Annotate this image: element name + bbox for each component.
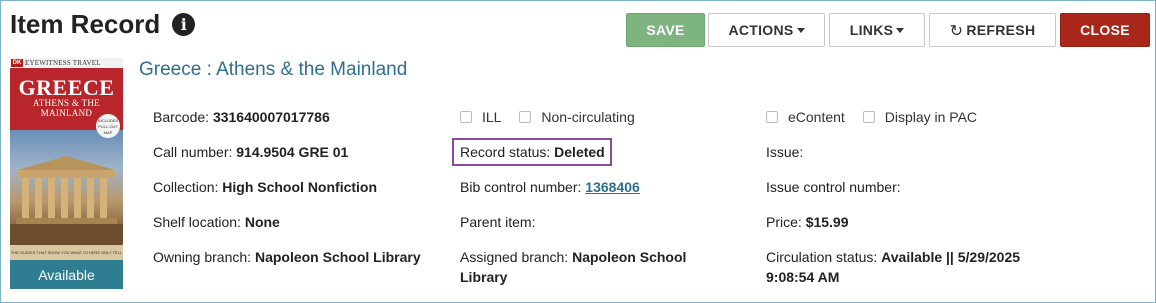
actions-dropdown-button[interactable]: ACTIONS <box>708 13 825 47</box>
display-in-pac-label: Display in PAC <box>884 109 978 125</box>
item-record-panel: Item Record i SAVE ACTIONS LINKS ↻ REFRE… <box>0 0 1156 303</box>
book-cover-image[interactable]: DK EYEWITNESS TRAVEL GREECE ATHENS & THE… <box>10 58 123 289</box>
shelf-location-value: None <box>244 214 280 230</box>
bib-control-field: Bib control number: 1368406 <box>460 177 640 197</box>
parthenon-illustration <box>10 156 123 260</box>
display-in-pac-checkbox[interactable] <box>862 111 875 123</box>
issue-control-label: Issue control number: <box>766 179 901 195</box>
collection-label: Collection: <box>153 179 219 195</box>
owning-branch-label: Owning branch: <box>153 249 252 265</box>
cover-map-badge: INCLUDES PULL-OUT MAP <box>96 114 120 138</box>
call-number-field: Call number: 914.9504 GRE 01 <box>153 142 348 162</box>
publisher-logo: DK <box>11 59 23 67</box>
shelf-location-field: Shelf location: None <box>153 212 280 232</box>
links-dropdown-button[interactable]: LINKS <box>829 13 925 47</box>
cover-series: EYEWITNESS TRAVEL <box>25 59 101 67</box>
assigned-branch-field: Assigned branch: Napoleon School Library <box>460 247 686 287</box>
links-button-label: LINKS <box>849 22 894 38</box>
collection-field: Collection: High School Nonfiction <box>153 177 377 197</box>
info-icon[interactable]: i <box>172 13 196 36</box>
record-status-label: Record status: <box>460 144 551 160</box>
non-circulating-checkbox[interactable] <box>519 111 532 123</box>
econtent-checkbox[interactable] <box>766 111 778 123</box>
caret-down-icon <box>796 28 805 33</box>
non-circulating-label: Non-circulating <box>541 109 635 125</box>
issue-label: Issue: <box>766 144 804 160</box>
price-field: Price: $15.99 <box>766 212 849 232</box>
bib-control-label: Bib control number: <box>460 179 582 195</box>
close-button-label: CLOSE <box>1080 22 1130 38</box>
parent-item-field: Parent item: <box>460 212 535 232</box>
call-number-label: Call number: <box>153 144 233 160</box>
issue-control-field: Issue control number: <box>766 177 901 197</box>
barcode-field: Barcode: 331640007017786 <box>153 107 330 127</box>
page-title-text: Item Record <box>10 9 161 39</box>
price-value: $15.99 <box>805 214 849 230</box>
circulation-status-value-cont: 9:08:54 AM <box>766 269 840 285</box>
bib-control-link[interactable]: 1368406 <box>585 179 640 195</box>
caret-down-icon <box>896 28 905 33</box>
record-status-value: Deleted <box>554 144 605 160</box>
parent-item-label: Parent item: <box>460 214 536 230</box>
owning-branch-field: Owning branch: Napoleon School Library <box>153 247 421 267</box>
flags-row-1: ILL Non-circulating <box>460 107 649 127</box>
price-label: Price: <box>766 214 802 230</box>
refresh-icon: ↻ <box>949 20 964 40</box>
issue-field: Issue: <box>766 142 803 162</box>
owning-branch-value: Napoleon School Library <box>254 249 421 265</box>
flags-row-2: eContent Display in PAC <box>766 107 991 127</box>
assigned-branch-value: Napoleon School <box>572 249 687 265</box>
collection-value: High School Nonfiction <box>222 179 378 195</box>
refresh-button-label: REFRESH <box>966 22 1036 38</box>
close-button[interactable]: CLOSE <box>1060 13 1150 47</box>
page-title: Item Record i <box>10 9 196 40</box>
cover-tagline: THE GUIDES THAT SHOW YOU WHAT OTHERS ONL… <box>10 245 123 270</box>
ill-checkbox[interactable] <box>460 111 472 123</box>
econtent-label: eContent <box>788 109 845 125</box>
shelf-location-label: Shelf location: <box>153 214 241 230</box>
availability-badge: Available <box>10 260 123 289</box>
save-button[interactable]: SAVE <box>626 13 705 47</box>
circulation-status-value: Available || 5/29/2025 <box>881 249 1021 265</box>
circulation-status-field: Circulation status: Available || 5/29/20… <box>766 247 1020 287</box>
barcode-label: Barcode: <box>153 109 210 125</box>
call-number-value: 914.9504 GRE 01 <box>236 144 349 160</box>
assigned-branch-label: Assigned branch: <box>460 249 569 265</box>
save-button-label: SAVE <box>646 22 685 38</box>
ill-label: ILL <box>482 109 502 125</box>
circulation-status-label: Circulation status: <box>766 249 878 265</box>
assigned-branch-value-cont: Library <box>460 269 508 285</box>
actions-button-label: ACTIONS <box>728 22 794 38</box>
record-status-field: Record status: Deleted <box>460 142 605 162</box>
cover-photo <box>10 130 123 260</box>
bib-title-link[interactable]: Greece : Athens & the Mainland <box>139 59 407 81</box>
refresh-button[interactable]: ↻ REFRESH <box>929 13 1056 47</box>
barcode-value: 331640007017786 <box>212 109 330 125</box>
